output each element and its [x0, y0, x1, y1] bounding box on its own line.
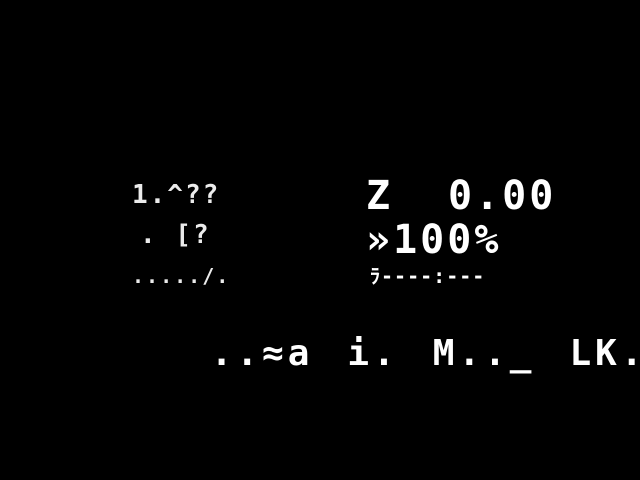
- status-line-1: 1.^??: [132, 180, 221, 210]
- bottom-menu-item-1[interactable]: ..≈a: [211, 333, 314, 374]
- bottom-menu-item-2[interactable]: i.: [347, 333, 398, 374]
- lcd-screen: 1.^?? . [? ...../. Z 0.00 »100% ﾗ----:--…: [0, 0, 640, 480]
- bottom-menu-row: ..≈a i. M.._ LK.: [108, 300, 640, 408]
- z-axis-label: Z: [366, 173, 394, 219]
- feedrate-percent: »100%: [366, 217, 502, 263]
- bottom-menu-item-3[interactable]: M.._: [433, 333, 536, 374]
- status-line-2: . [?: [140, 220, 211, 250]
- z-axis-value: 0.00: [448, 173, 557, 219]
- bottom-menu-item-4[interactable]: LK.: [569, 333, 640, 374]
- progress-bar: ﾗ----:---: [370, 264, 486, 288]
- status-line-3: ...../.: [132, 264, 231, 288]
